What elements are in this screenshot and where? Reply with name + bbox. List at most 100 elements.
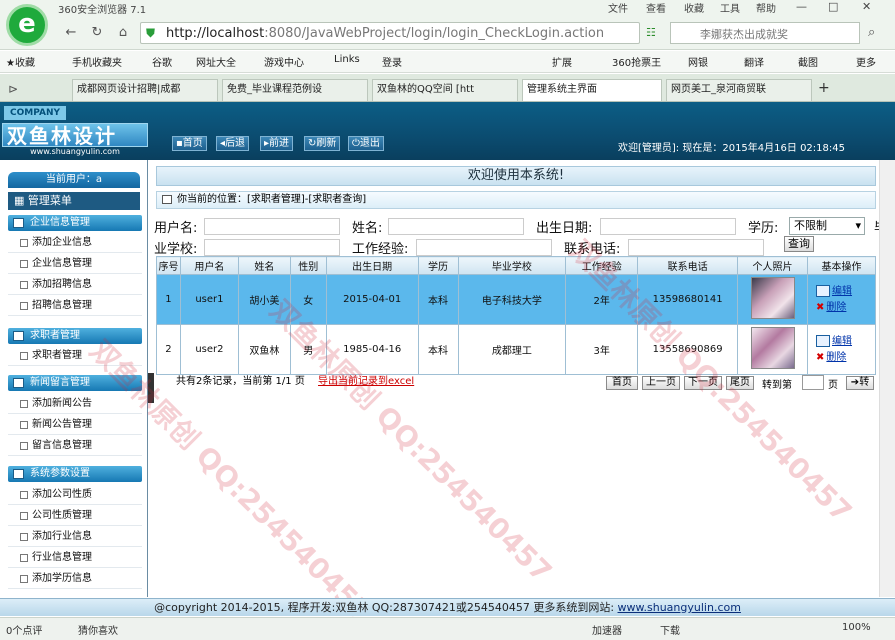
sidebar-item-message-manage[interactable]: 留言信息管理 (8, 436, 142, 456)
sidebar-item-job-manage[interactable]: 招聘信息管理 (8, 296, 142, 316)
sidebar-item-add-news[interactable]: 添加新闻公告 (8, 394, 142, 414)
home-icon[interactable]: ⌂ (114, 24, 132, 42)
sidebar-item-company-manage[interactable]: 企业信息管理 (8, 254, 142, 274)
status-accelerator[interactable]: 加速器 (592, 622, 622, 637)
cell-phone: 13598680141 (637, 274, 739, 325)
birth-input[interactable] (600, 218, 736, 235)
ext-more[interactable]: 更多 (856, 54, 876, 69)
minimize-icon[interactable]: — (796, 0, 807, 13)
sidebar-item-add-nature[interactable]: 添加公司性质 (8, 485, 142, 505)
fav-google[interactable]: 谷歌 (152, 54, 172, 69)
home-button[interactable]: ▪首页 (172, 136, 207, 151)
menu-help[interactable]: 帮助 (756, 0, 776, 15)
sidebar-toggle-icon[interactable]: ⊳ (8, 82, 18, 96)
fav-url-daquan[interactable]: 网址大全 (196, 54, 236, 69)
edit-link[interactable]: 编辑 (832, 286, 852, 297)
name-input[interactable] (388, 218, 524, 235)
close-icon[interactable]: ✕ (862, 0, 871, 13)
prev-page-button[interactable]: 上一页 (642, 376, 680, 390)
ext-extensions[interactable]: 扩展 (552, 54, 572, 69)
refresh-button[interactable]: ↻刷新 (304, 136, 341, 151)
status-comments[interactable]: 0个点评 (6, 622, 42, 637)
sidebar-item-industry-manage[interactable]: 行业信息管理 (8, 548, 142, 568)
tab-admin-main[interactable]: 管理系统主界面 (522, 79, 662, 101)
url-text[interactable]: http://localhost:8080/JavaWebProject/log… (166, 26, 604, 41)
footer-site-link[interactable]: www.shuangyulin.com (618, 601, 741, 614)
edu-select[interactable]: 不限制 ▾ (789, 217, 865, 235)
group-settings[interactable]: 系统参数设置 (8, 466, 142, 482)
delete-link[interactable]: 删除 (826, 352, 846, 363)
fav-links[interactable]: Links (334, 54, 360, 65)
exp-input[interactable] (416, 239, 552, 256)
school-input[interactable] (204, 239, 340, 256)
menu-favorites[interactable]: 收藏 (684, 0, 704, 15)
browser-window: 360安全浏览器 7.1 文件 查看 收藏 工具 帮助 — □ ✕ e ← ↻ … (0, 0, 895, 640)
edit-link[interactable]: 编辑 (832, 336, 852, 347)
sidebar-item-add-industry[interactable]: 添加行业信息 (8, 527, 142, 547)
ext-translate[interactable]: 翻译 (744, 54, 764, 69)
table-row[interactable]: 2 user2 双鱼林 男 1985-04-16 本科 成都理工 3年 1355… (156, 324, 876, 375)
table-row[interactable]: 1 user1 胡小美 女 2015-04-01 本科 电子科技大学 2年 13… (156, 274, 876, 325)
status-recommend[interactable]: 猜你喜欢 (78, 622, 118, 637)
group-company[interactable]: 企业信息管理 (8, 215, 142, 231)
cell-username: user2 (179, 324, 239, 375)
search-text[interactable]: 李娜获杰出成就奖 (700, 26, 788, 42)
maximize-icon[interactable]: □ (828, 0, 838, 13)
status-zoom[interactable]: 100% (842, 622, 871, 633)
phone-input[interactable] (628, 239, 764, 256)
sidebar-item-add-job[interactable]: 添加招聘信息 (8, 275, 142, 295)
menu-file[interactable]: 文件 (608, 0, 628, 15)
favorites-menu[interactable]: ★收藏 (6, 54, 35, 69)
tab-web-design[interactable]: 网页美工_泉河商贸联 (666, 79, 812, 101)
cell-exp: 2年 (565, 274, 639, 325)
tab-free-courses[interactable]: 免费_毕业课程范例设 (222, 79, 368, 101)
avatar[interactable] (750, 277, 795, 319)
menu-view[interactable]: 查看 (646, 0, 666, 15)
status-download[interactable]: 下载 (660, 622, 680, 637)
sidebar-item-seeker-manage[interactable]: 求职者管理 (8, 346, 142, 366)
last-page-button[interactable]: 尾页 (726, 376, 754, 390)
tab-chengdu-jobs[interactable]: 成都网页设计招聘|成都 (72, 79, 218, 101)
avatar[interactable] (750, 327, 795, 369)
group-seekers[interactable]: 求职者管理 (8, 328, 142, 344)
first-page-button[interactable]: 首页 (606, 376, 638, 390)
edit-action[interactable]: 编辑 (808, 334, 875, 350)
next-page-button[interactable]: 下一页 (684, 376, 722, 390)
fav-game-center[interactable]: 游戏中心 (264, 54, 304, 69)
forward-button[interactable]: ▸前进 (260, 136, 294, 151)
group-news[interactable]: 新闻留言管理 (8, 375, 142, 391)
cell-no: 1 (156, 274, 181, 325)
sidebar-item-add-company[interactable]: 添加企业信息 (8, 233, 142, 253)
search-icon[interactable]: ⌕ (868, 25, 875, 40)
browser-logo-icon[interactable]: e (6, 4, 48, 46)
go-button[interactable]: ➔转 (846, 376, 874, 390)
page-tools-icon[interactable]: ☷ (646, 26, 656, 39)
ext-screenshot[interactable]: 截图 (798, 54, 818, 69)
refresh-icon[interactable]: ↻ (88, 24, 106, 42)
delete-action[interactable]: ✖ 删除 (808, 300, 875, 316)
sidebar-collapse-handle[interactable] (148, 373, 154, 403)
fav-login[interactable]: 登录 (382, 54, 402, 69)
sidebar-item-nature-manage[interactable]: 公司性质管理 (8, 506, 142, 526)
page-number-input[interactable] (802, 375, 824, 390)
sidebar-item-news-manage[interactable]: 新闻公告管理 (8, 415, 142, 435)
cell-photo (737, 324, 809, 375)
delete-link[interactable]: 删除 (826, 302, 846, 313)
logout-button[interactable]: ⏻退出 (348, 136, 384, 151)
scrollbar[interactable] (879, 160, 895, 597)
back-button[interactable]: ◂后退 (216, 136, 250, 151)
delete-action[interactable]: ✖ 删除 (808, 350, 875, 366)
username-input[interactable] (204, 218, 340, 235)
query-button[interactable]: 查询 (784, 236, 814, 252)
ext-ticket[interactable]: 360抢票王 (612, 54, 661, 69)
menu-tools[interactable]: 工具 (720, 0, 740, 15)
tab-qq-space[interactable]: 双鱼林的QQ空间 [htt (372, 79, 518, 101)
export-excel-link[interactable]: 导出当前记录到excel (318, 376, 414, 387)
edit-action[interactable]: 编辑 (808, 284, 875, 300)
sidebar-item-add-edu[interactable]: 添加学历信息 (8, 569, 142, 589)
fav-mobile[interactable]: 手机收藏夹 (72, 54, 122, 69)
edit-icon (816, 284, 831, 297)
back-icon[interactable]: ← (62, 24, 80, 42)
new-tab-icon[interactable]: + (818, 80, 830, 96)
ext-bank[interactable]: 网银 (688, 54, 708, 69)
